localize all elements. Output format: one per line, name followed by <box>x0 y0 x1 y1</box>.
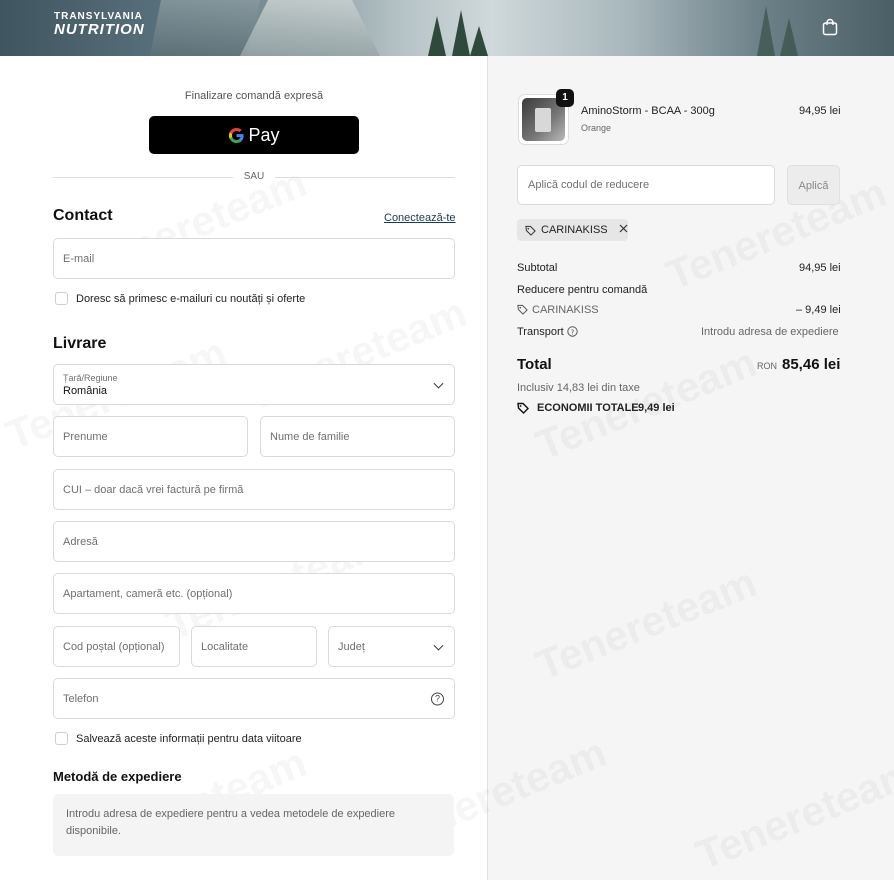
discount-value: – 9,49 lei <box>796 304 841 316</box>
quantity-badge: 1 <box>556 89 574 107</box>
brand-logo[interactable]: TRANSYLVANIA NUTRITION <box>54 12 145 38</box>
total-currency: RON <box>757 361 777 371</box>
header-background <box>150 0 260 56</box>
or-divider-text: SAU <box>243 171 265 182</box>
savings-value: 9,49 lei <box>638 402 675 414</box>
transport-value: Introdu adresa de expediere <box>701 326 839 338</box>
tax-note: Inclusiv 14,83 lei din taxe <box>517 382 640 394</box>
last-name-placeholder: Nume de familie <box>270 430 350 443</box>
product-name: AminoStorm - BCAA - 300g <box>581 105 715 117</box>
shopping-bag-icon[interactable] <box>822 18 838 36</box>
total-label: Total <box>517 356 552 373</box>
header-background <box>452 10 470 56</box>
chevron-down-icon <box>433 640 444 651</box>
order-discount-label: Reducere pentru comandă <box>517 284 648 296</box>
help-icon[interactable]: ? <box>431 692 444 705</box>
country-label: Țară/Regiune <box>63 373 118 383</box>
country-value: România <box>63 385 108 397</box>
cui-field[interactable]: CUI – doar dacă vrei factură pe firmă <box>53 469 455 510</box>
close-icon[interactable] <box>619 224 628 233</box>
google-pay-label: Pay <box>248 124 280 145</box>
email-placeholder: E-mail <box>63 252 95 265</box>
phone-placeholder: Telefon <box>63 692 99 705</box>
postal-code-field[interactable]: Cod poștal (opțional) <box>53 626 180 667</box>
or-divider: SAU <box>53 170 455 184</box>
county-placeholder: Județ <box>338 640 365 653</box>
city-placeholder: Localitate <box>201 640 249 653</box>
express-checkout-label: Finalizare comandă expresă <box>184 90 324 102</box>
county-select[interactable]: Județ <box>328 626 455 667</box>
city-field[interactable]: Localitate <box>191 626 317 667</box>
save-info-label: Salvează aceste informații pentru data v… <box>76 733 302 745</box>
savings-label: ECONOMII TOTALE <box>537 402 639 414</box>
newsletter-checkbox[interactable] <box>55 292 68 305</box>
product-price: 94,95 lei <box>799 105 841 117</box>
savings-tag-icon <box>517 402 529 414</box>
newsletter-label: Doresc să primesc e-mailuri cu noutăți ș… <box>76 293 306 305</box>
header-background <box>757 6 775 56</box>
apply-discount-button[interactable]: Aplică <box>787 165 840 205</box>
contact-heading: Contact <box>53 207 113 224</box>
help-icon[interactable]: ? <box>567 326 578 337</box>
header-background <box>470 26 488 56</box>
transport-label: Transport <box>517 326 564 338</box>
delivery-heading: Livrare <box>53 335 107 352</box>
applied-discount-code: CARINAKISS <box>532 304 599 316</box>
address-placeholder: Adresă <box>63 535 98 548</box>
shipping-info-text: Introdu adresa de expediere pentru a ved… <box>66 808 396 837</box>
first-name-field[interactable]: Prenume <box>53 416 248 457</box>
email-field[interactable]: E-mail <box>53 238 455 279</box>
address-field[interactable]: Adresă <box>53 521 455 562</box>
google-pay-button[interactable]: Pay <box>149 116 359 154</box>
header-background <box>240 0 380 56</box>
postal-code-placeholder: Cod poștal (opțional) <box>63 640 165 653</box>
total-value: 85,46 lei <box>782 356 841 373</box>
save-info-checkbox[interactable] <box>55 732 68 745</box>
product-variant: Orange <box>581 123 612 133</box>
google-g-icon <box>229 127 245 143</box>
discount-code-chip: CARINAKISS <box>517 219 628 241</box>
discount-code-input[interactable]: Aplică codul de reducere <box>517 165 775 205</box>
subtotal-value: 94,95 lei <box>799 262 841 274</box>
svg-text:?: ? <box>571 328 575 336</box>
last-name-field[interactable]: Nume de familie <box>260 416 455 457</box>
phone-field[interactable]: Telefon ? <box>53 678 455 719</box>
first-name-placeholder: Prenume <box>63 430 108 443</box>
chevron-down-icon <box>433 378 444 389</box>
tag-icon <box>517 304 528 315</box>
apartment-field[interactable]: Apartament, cameră etc. (opțional) <box>53 573 455 614</box>
tag-icon <box>525 225 536 236</box>
shipping-heading: Metodă de expediere <box>53 769 182 784</box>
login-link[interactable]: Conectează-te <box>384 212 456 224</box>
header-background <box>428 16 446 56</box>
apartment-placeholder: Apartament, cameră etc. (opțional) <box>63 587 233 600</box>
shipping-info-box: Introdu adresa de expediere pentru a ved… <box>53 794 454 856</box>
logo-line2: NUTRITION <box>54 21 145 38</box>
discount-code-placeholder: Aplică codul de reducere <box>528 179 650 191</box>
cui-placeholder: CUI – doar dacă vrei factură pe firmă <box>63 483 244 496</box>
discount-code-chip-label: CARINAKISS <box>541 224 608 236</box>
site-header: TRANSYLVANIA NUTRITION <box>0 0 894 56</box>
header-background <box>780 18 798 56</box>
country-select[interactable]: Țară/Regiune România <box>53 364 455 405</box>
subtotal-label: Subtotal <box>517 262 558 274</box>
